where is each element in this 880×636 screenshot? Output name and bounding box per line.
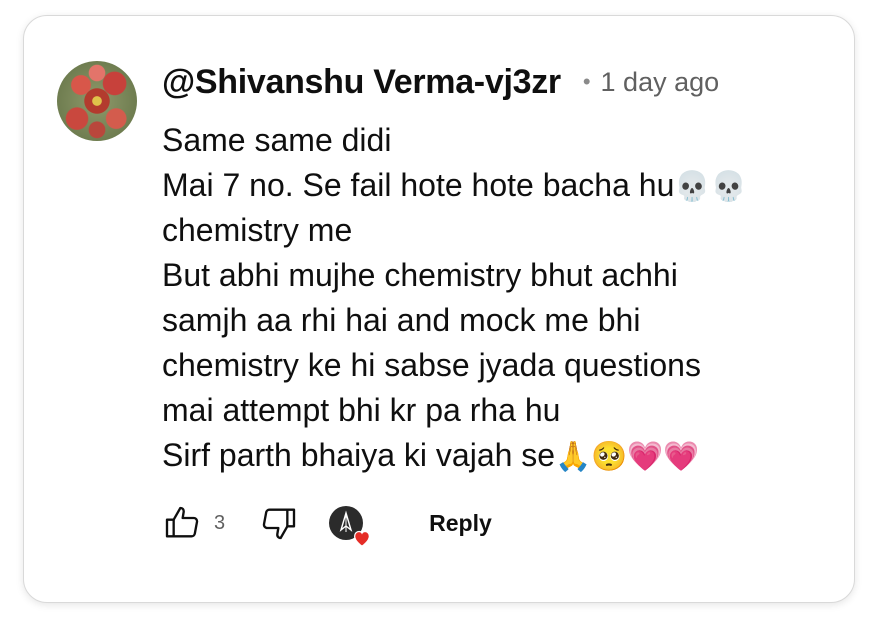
comment-line: But abhi mujhe chemistry bhut achhi <box>162 257 678 293</box>
like-count: 3 <box>214 511 226 534</box>
heart-icon <box>354 530 371 547</box>
skull-emoji: 💀💀 <box>674 169 747 203</box>
thumbs-down-icon <box>262 508 296 540</box>
comment-line: chemistry me <box>162 212 353 248</box>
reply-button[interactable]: Reply <box>425 502 496 545</box>
comment-line: chemistry ke hi sabse jyada questions <box>162 347 701 383</box>
comment-actions: 3 Reply <box>162 500 496 547</box>
comment-line: mai attempt bhi kr pa rha hu <box>162 392 561 428</box>
comment-header: @Shivanshu Verma-vj3zr • 1 day ago <box>162 58 719 106</box>
reaction-emojis: 🙏🥺💗💗 <box>555 439 700 473</box>
avatar[interactable] <box>57 61 137 141</box>
comment-text: Same same didi Mai 7 no. Se fail hote ho… <box>162 118 822 478</box>
creator-heart-icon[interactable] <box>329 506 371 547</box>
separator-dot: • <box>582 69 591 94</box>
dislike-button[interactable] <box>259 503 299 543</box>
comment-line: samjh aa rhi hai and mock me bhi <box>162 302 641 338</box>
comment-line: Sirf parth bhaiya ki vajah se🙏🥺💗💗 <box>162 437 700 473</box>
like-button[interactable] <box>162 503 202 543</box>
author-name[interactable]: @Shivanshu Verma-vj3zr <box>162 63 561 102</box>
timestamp[interactable]: 1 day ago <box>601 67 720 98</box>
comment-line: Same same didi <box>162 122 392 158</box>
comment-line: Mai 7 no. Se fail hote hote bacha hu💀💀 <box>162 167 747 203</box>
thumbs-up-icon <box>165 506 199 538</box>
